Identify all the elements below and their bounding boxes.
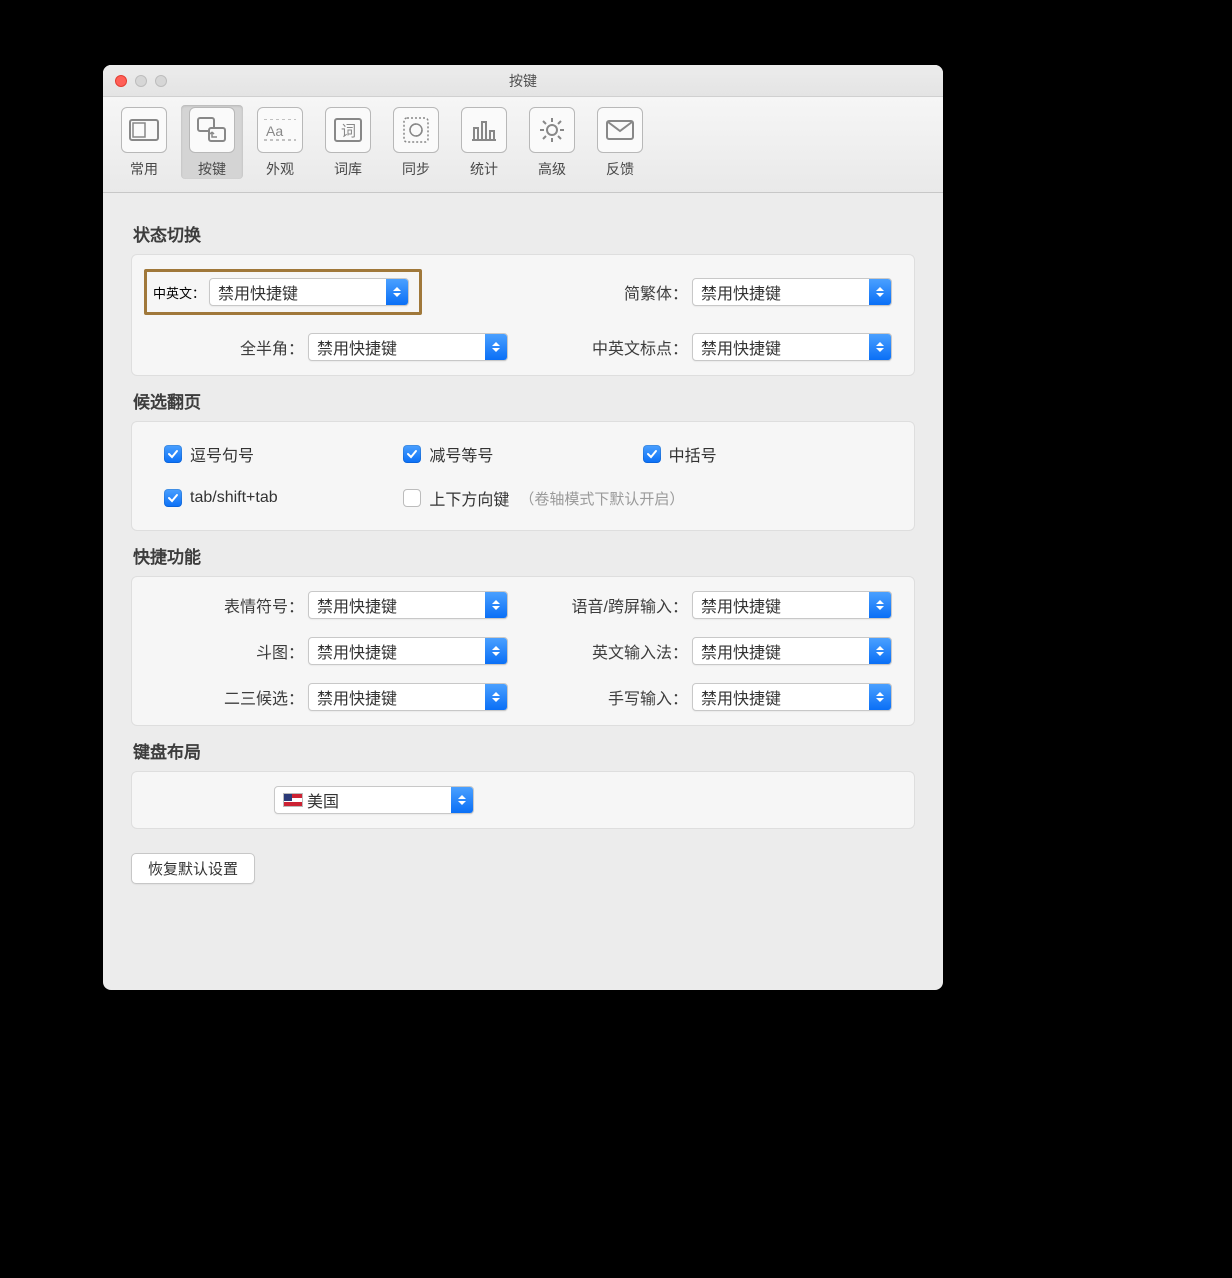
label-full-half: 全半角： bbox=[240, 335, 304, 359]
panel-quick: 表情符号： 禁用快捷键 语音/跨屏输入： 禁用快捷键 斗图： 禁用快捷键 bbox=[131, 576, 915, 726]
section-title-quick: 快捷功能 bbox=[133, 543, 915, 568]
chevron-updown-icon bbox=[485, 684, 507, 710]
minimize-window-button[interactable] bbox=[135, 75, 147, 87]
label-arrows: 上下方向键 bbox=[429, 486, 509, 510]
label-handwriting: 手写输入： bbox=[608, 685, 688, 709]
stats-icon bbox=[461, 107, 507, 153]
label-tab: tab/shift+tab bbox=[190, 489, 278, 507]
tab-stats[interactable]: 统计 bbox=[453, 105, 515, 179]
sync-icon bbox=[393, 107, 439, 153]
popup-handwriting[interactable]: 禁用快捷键 bbox=[692, 683, 892, 711]
label-doutu: 斗图： bbox=[256, 639, 304, 663]
tab-appearance[interactable]: Aa 外观 bbox=[249, 105, 311, 179]
popup-keyboard-layout[interactable]: 美国 bbox=[274, 786, 474, 814]
tab-sync[interactable]: 同步 bbox=[385, 105, 447, 179]
flag-us-icon bbox=[283, 793, 303, 807]
toolbar: 常用 按键 Aa 外观 词 词库 同步 bbox=[103, 97, 943, 193]
gear-icon bbox=[529, 107, 575, 153]
section-title-layout: 键盘布局 bbox=[133, 738, 915, 763]
envelope-icon bbox=[597, 107, 643, 153]
popup-trad-simp[interactable]: 禁用快捷键 bbox=[692, 278, 892, 306]
restore-defaults-button[interactable]: 恢复默认设置 bbox=[131, 853, 255, 884]
popup-emoji[interactable]: 禁用快捷键 bbox=[308, 591, 508, 619]
checkbox-comma-period[interactable] bbox=[164, 445, 182, 463]
svg-text:Aa: Aa bbox=[266, 123, 283, 139]
zoom-window-button[interactable] bbox=[155, 75, 167, 87]
label-candidate23: 二三候选： bbox=[224, 685, 304, 709]
checkbox-brackets[interactable] bbox=[643, 445, 661, 463]
chevron-updown-icon bbox=[869, 334, 891, 360]
checkbox-minus-equal[interactable] bbox=[403, 445, 421, 463]
label-minus-equal: 减号等号 bbox=[429, 442, 493, 466]
label-comma-period: 逗号句号 bbox=[190, 442, 254, 466]
popup-candidate23[interactable]: 禁用快捷键 bbox=[308, 683, 508, 711]
panel-layout: 美国 bbox=[131, 771, 915, 829]
popup-punctuation[interactable]: 禁用快捷键 bbox=[692, 333, 892, 361]
panel-state-switch: 中英文： 禁用快捷键 简繁体： 禁用快捷键 全半角： bbox=[131, 254, 915, 376]
chevron-updown-icon bbox=[386, 279, 408, 305]
label-trad-simp: 简繁体： bbox=[624, 280, 688, 304]
label-emoji: 表情符号： bbox=[224, 593, 304, 617]
highlighted-cn-en-field: 中英文： 禁用快捷键 bbox=[144, 269, 422, 315]
chevron-updown-icon bbox=[451, 787, 473, 813]
content-area: 状态切换 中英文： 禁用快捷键 简繁体： 禁用快捷键 bbox=[103, 193, 943, 908]
titlebar: 按键 bbox=[103, 65, 943, 97]
chevron-updown-icon bbox=[869, 592, 891, 618]
popup-english-ime[interactable]: 禁用快捷键 bbox=[692, 637, 892, 665]
tab-general[interactable]: 常用 bbox=[113, 105, 175, 179]
popup-cn-en[interactable]: 禁用快捷键 bbox=[209, 278, 409, 306]
section-title-paging: 候选翻页 bbox=[133, 388, 915, 413]
checkbox-tab[interactable] bbox=[164, 489, 182, 507]
tab-advanced[interactable]: 高级 bbox=[521, 105, 583, 179]
section-title-state-switch: 状态切换 bbox=[133, 221, 915, 246]
popup-voice[interactable]: 禁用快捷键 bbox=[692, 591, 892, 619]
chevron-updown-icon bbox=[485, 592, 507, 618]
label-punctuation: 中英文标点： bbox=[592, 335, 688, 359]
tab-feedback[interactable]: 反馈 bbox=[589, 105, 651, 179]
tab-keys[interactable]: 按键 bbox=[181, 105, 243, 179]
tab-dictionary[interactable]: 词 词库 bbox=[317, 105, 379, 179]
window-title: 按键 bbox=[509, 71, 537, 91]
panel-paging: 逗号句号 减号等号 中括号 tab/shift+tab 上下方向键 bbox=[131, 421, 915, 531]
label-brackets: 中括号 bbox=[669, 442, 717, 466]
close-window-button[interactable] bbox=[115, 75, 127, 87]
appearance-icon: Aa bbox=[257, 107, 303, 153]
popup-doutu[interactable]: 禁用快捷键 bbox=[308, 637, 508, 665]
chevron-updown-icon bbox=[485, 334, 507, 360]
keys-icon bbox=[189, 107, 235, 153]
preferences-window: 按键 常用 按键 Aa 外观 词 词库 bbox=[103, 65, 943, 990]
window-controls bbox=[115, 75, 167, 87]
hint-arrows: （卷轴模式下默认开启） bbox=[519, 488, 684, 509]
label-english-ime: 英文输入法： bbox=[592, 639, 688, 663]
popup-full-half[interactable]: 禁用快捷键 bbox=[308, 333, 508, 361]
checkbox-arrows[interactable] bbox=[403, 489, 421, 507]
chevron-updown-icon bbox=[869, 684, 891, 710]
chevron-updown-icon bbox=[485, 638, 507, 664]
label-cn-en: 中英文： bbox=[153, 283, 205, 302]
label-voice: 语音/跨屏输入： bbox=[572, 593, 688, 617]
chevron-updown-icon bbox=[869, 279, 891, 305]
general-icon bbox=[121, 107, 167, 153]
chevron-updown-icon bbox=[869, 638, 891, 664]
svg-text:词: 词 bbox=[341, 123, 356, 140]
dictionary-icon: 词 bbox=[325, 107, 371, 153]
